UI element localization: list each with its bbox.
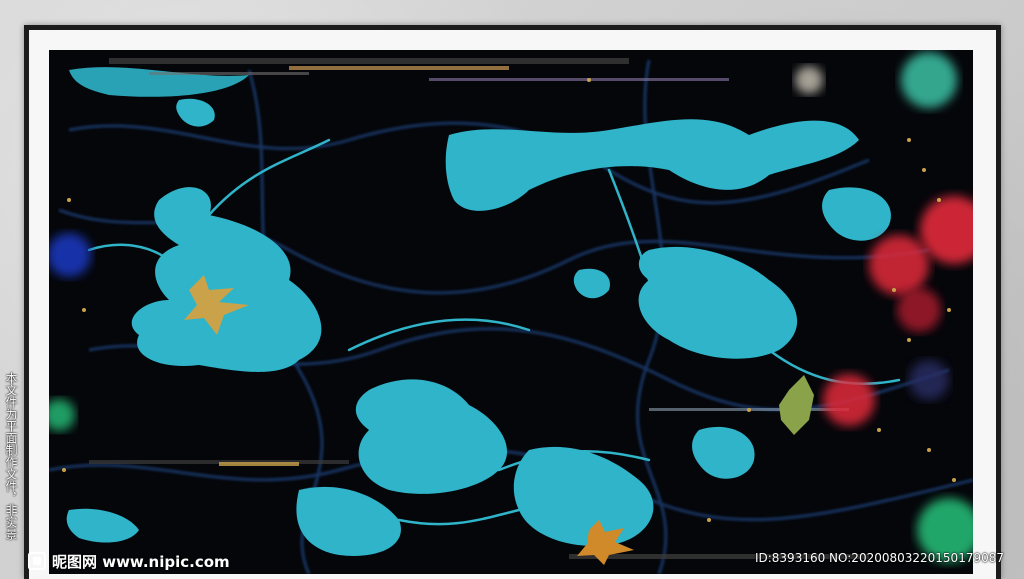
watermark-id: ID:8393160 NO:20200803220150179087 <box>754 551 1004 565</box>
frame-mat <box>29 30 996 579</box>
picture-frame <box>24 25 1001 579</box>
side-disclaimer-text: 本文件为平面制作文件，非实景 <box>4 372 18 540</box>
nipic-logo-icon <box>28 552 46 570</box>
watermark-brand: 昵图网 www.nipic.com <box>28 547 230 575</box>
abstract-painting <box>49 50 973 574</box>
watermark-brand-text: 昵图网 www.nipic.com <box>52 552 230 571</box>
painting-artwork <box>49 50 973 574</box>
